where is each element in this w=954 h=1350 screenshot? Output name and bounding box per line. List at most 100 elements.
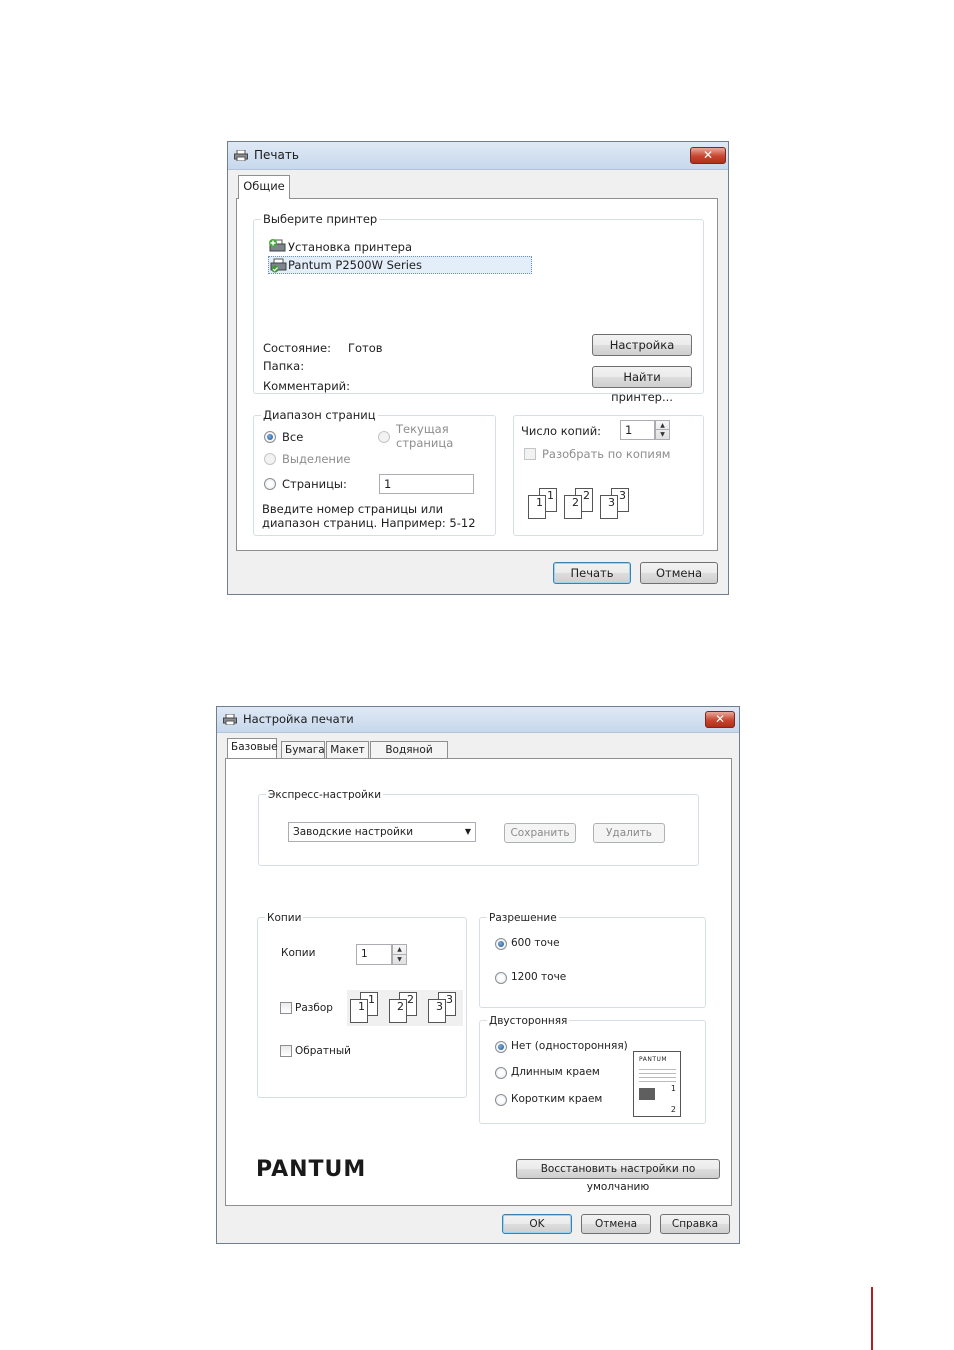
list-item-add-printer[interactable]: Установка принтера bbox=[268, 238, 528, 256]
close-icon: ✕ bbox=[714, 712, 726, 726]
duplex-preview-page: 1 bbox=[670, 1084, 676, 1093]
collate-checkbox[interactable] bbox=[280, 1002, 292, 1014]
tab-basic[interactable]: Базовые bbox=[227, 738, 278, 758]
range-current-label: Текущая страница bbox=[396, 422, 454, 450]
page-range-group: Диапазон страниц Все Выделение Текущая с… bbox=[253, 408, 496, 536]
copies-input[interactable]: 1 bbox=[356, 944, 392, 965]
ok-button[interactable]: OK bbox=[502, 1214, 572, 1234]
cancel-button[interactable]: Отмена bbox=[581, 1214, 651, 1234]
group-title: Копии bbox=[265, 911, 304, 925]
brand-logo: PANTUM bbox=[256, 1157, 367, 1182]
list-item-label: Установка принтера bbox=[288, 240, 412, 254]
res-600-radio[interactable] bbox=[495, 938, 507, 950]
collate-preview: 1 1 2 2 3 3 bbox=[347, 990, 463, 1026]
range-all-label[interactable]: Все bbox=[282, 430, 303, 444]
printer-icon bbox=[234, 150, 248, 161]
copies-input[interactable]: 1 bbox=[620, 420, 655, 440]
group-title: Выберите принтер bbox=[261, 212, 380, 226]
tab-label: Бумага bbox=[285, 744, 325, 756]
copies-spinner[interactable]: ▲ ▼ bbox=[392, 944, 407, 965]
spin-up-icon[interactable]: ▲ bbox=[393, 945, 406, 955]
page-icon: 1 bbox=[350, 999, 368, 1023]
range-pages-input[interactable]: 1 bbox=[379, 474, 474, 494]
window-title: Печать bbox=[254, 148, 299, 162]
duplex-long-label[interactable]: Длинным краем bbox=[511, 1066, 600, 1078]
settings-dialog-titlebar[interactable]: Настройка печати ✕ bbox=[217, 707, 739, 733]
status-value: Готов bbox=[348, 341, 383, 355]
duplex-short-label[interactable]: Коротким краем bbox=[511, 1093, 602, 1105]
list-item-label: Pantum P2500W Series bbox=[288, 258, 423, 272]
general-tab-panel: Выберите принтер Установка принтера Pant… bbox=[236, 198, 718, 551]
copies-spinner[interactable]: ▲ ▼ bbox=[655, 420, 670, 440]
tab-general[interactable]: Общие bbox=[238, 175, 290, 199]
spin-up-icon[interactable]: ▲ bbox=[656, 421, 669, 430]
copies-label: Число копий: bbox=[521, 424, 602, 438]
select-value: Заводские настройки bbox=[293, 826, 414, 838]
express-settings-select[interactable]: Заводские настройки ▼ bbox=[288, 822, 476, 842]
tab-paper[interactable]: Бумага bbox=[281, 741, 325, 759]
comment-label: Комментарий: bbox=[263, 379, 351, 393]
cancel-button[interactable]: Отмена bbox=[640, 562, 718, 584]
setup-button[interactable]: Настройка bbox=[592, 334, 692, 356]
resolution-group: Разрешение 600 точе 1200 точе bbox=[479, 911, 706, 1008]
group-title: Экспресс-настройки bbox=[266, 788, 384, 802]
duplex-preview-page: 2 bbox=[670, 1105, 676, 1114]
duplex-none-radio[interactable] bbox=[495, 1041, 507, 1053]
tab-label: Общие bbox=[243, 179, 285, 193]
copies-group: Число копий: 1 ▲ ▼ Разобрать по копиям 1… bbox=[513, 415, 704, 536]
folder-label: Папка: bbox=[263, 359, 305, 373]
print-button[interactable]: Печать bbox=[553, 562, 631, 584]
collate-label[interactable]: Разбор bbox=[295, 1002, 333, 1014]
save-button: Сохранить bbox=[504, 823, 576, 843]
express-settings-group: Экспресс-настройки Заводские настройки ▼… bbox=[258, 788, 699, 866]
print-settings-dialog: Настройка печати ✕ Базовые Бумага Макет … bbox=[216, 706, 740, 1244]
range-pages-label[interactable]: Страницы: bbox=[282, 477, 347, 491]
copies-label: Копии bbox=[281, 947, 316, 959]
printer-icon bbox=[223, 714, 237, 725]
range-current-radio bbox=[378, 431, 390, 443]
res-1200-label[interactable]: 1200 точе bbox=[511, 971, 566, 983]
group-title: Разрешение bbox=[487, 911, 559, 925]
find-printer-button[interactable]: Найти принтер... bbox=[592, 366, 692, 404]
duplex-short-radio[interactable] bbox=[495, 1094, 507, 1106]
restore-defaults-button[interactable]: Восстановить настройки по умолчанию bbox=[516, 1159, 720, 1193]
spin-down-icon[interactable]: ▼ bbox=[656, 430, 669, 439]
window-title: Настройка печати bbox=[243, 712, 354, 726]
chevron-down-icon[interactable]: ▼ bbox=[465, 823, 471, 841]
list-item-pantum[interactable]: Pantum P2500W Series bbox=[268, 256, 532, 274]
duplex-preview-brand: PANTUM bbox=[639, 1056, 668, 1063]
tab-watermark[interactable]: Водяной знак bbox=[370, 741, 448, 772]
page-margin-mark bbox=[871, 1287, 873, 1350]
collate-checkbox bbox=[524, 448, 536, 460]
copies-group: Копии Копии 1 ▲ ▼ Разбор 1 1 2 2 3 3 Обр… bbox=[257, 911, 467, 1098]
collate-preview: 1 1 2 2 3 3 bbox=[526, 488, 636, 522]
print-dialog-titlebar[interactable]: Печать ✕ bbox=[228, 142, 728, 170]
duplex-preview-image: PANTUM 1 2 bbox=[633, 1051, 681, 1117]
collate-label: Разобрать по копиям bbox=[542, 447, 671, 461]
add-printer-icon bbox=[269, 239, 286, 252]
basic-tab-panel: Экспресс-настройки Заводские настройки ▼… bbox=[225, 758, 732, 1206]
close-button[interactable]: ✕ bbox=[690, 147, 726, 164]
range-all-radio[interactable] bbox=[264, 431, 276, 443]
close-button[interactable]: ✕ bbox=[705, 711, 735, 728]
duplex-none-label[interactable]: Нет (односторонняя) bbox=[511, 1040, 628, 1052]
group-title: Диапазон страниц bbox=[261, 408, 378, 422]
res-600-label[interactable]: 600 точе bbox=[511, 937, 560, 949]
reverse-checkbox[interactable] bbox=[280, 1045, 292, 1057]
pantum-logo: PANTUM bbox=[256, 1157, 382, 1183]
range-selection-label: Выделение bbox=[282, 452, 351, 466]
select-printer-group: Выберите принтер Установка принтера Pant… bbox=[253, 212, 704, 404]
printer-list: Установка принтера Pantum P2500W Series bbox=[268, 238, 532, 274]
spin-down-icon[interactable]: ▼ bbox=[393, 955, 406, 965]
status-label: Состояние: bbox=[263, 341, 331, 355]
page-icon: 3 bbox=[428, 999, 446, 1023]
default-printer-icon bbox=[270, 258, 287, 273]
reverse-label[interactable]: Обратный bbox=[295, 1045, 351, 1057]
res-1200-radio[interactable] bbox=[495, 972, 507, 984]
duplex-long-radio[interactable] bbox=[495, 1067, 507, 1079]
tab-layout[interactable]: Макет bbox=[326, 741, 369, 759]
help-button[interactable]: Справка bbox=[660, 1214, 730, 1234]
range-hint: Введите номер страницы или диапазон стра… bbox=[262, 502, 476, 530]
range-pages-radio[interactable] bbox=[264, 478, 276, 490]
photo-thumbnail bbox=[639, 1088, 655, 1100]
